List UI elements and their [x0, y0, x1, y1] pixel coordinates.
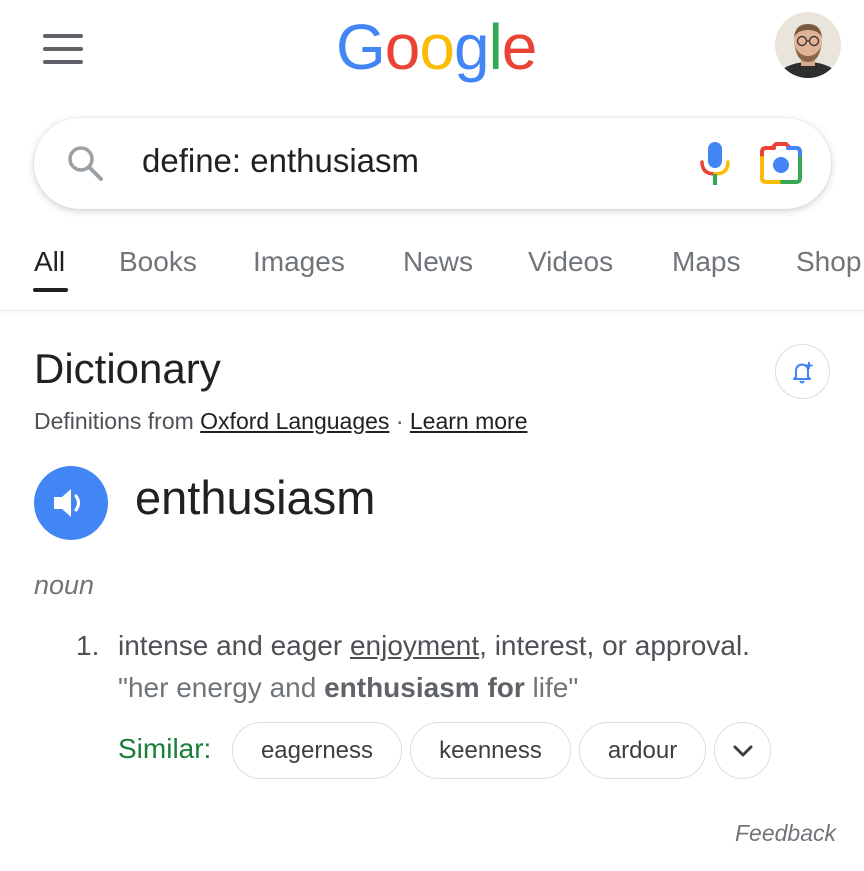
tab-all[interactable]: All [34, 246, 65, 278]
definition-text-after: , interest, or approval. [479, 630, 750, 661]
search-tabs: All Books Images News Videos Maps Shop [0, 222, 864, 311]
part-of-speech: noun [34, 570, 95, 600]
logo-letter-o1: o [384, 11, 421, 83]
example-bold: enthusiasm for [324, 672, 525, 703]
definition-text: intense and eager enjoyment, interest, o… [118, 630, 750, 662]
learn-more-link[interactable]: Learn more [410, 408, 528, 434]
definition-number: 1. [76, 630, 100, 661]
example-before: "her energy and [118, 672, 325, 703]
logo-letter-e: e [501, 11, 538, 83]
tab-news[interactable]: News [403, 246, 473, 278]
oxford-languages-link[interactable]: Oxford Languages [200, 408, 389, 434]
definition-example: "her energy and enthusiasm for life" [118, 672, 578, 704]
hamburger-menu-icon[interactable] [43, 34, 83, 64]
definition-link-enjoyment[interactable]: enjoyment [350, 630, 479, 661]
microphone-icon[interactable] [696, 140, 734, 188]
tab-shop[interactable]: Shop [796, 246, 861, 278]
similar-chip-keenness[interactable]: keenness [410, 722, 571, 779]
logo-letter-g: G [336, 11, 386, 83]
similar-label: Similar: [118, 733, 212, 764]
chevron-down-icon[interactable] [714, 722, 771, 779]
tab-maps[interactable]: Maps [672, 246, 740, 278]
definition-text-before: intense and eager [118, 630, 350, 661]
active-tab-indicator [33, 288, 68, 292]
similar-chip-ardour[interactable]: ardour [579, 722, 706, 779]
similar-chip-eagerness[interactable]: eagerness [232, 722, 402, 779]
logo-letter-g2: g [453, 11, 490, 83]
logo-letter-o2: o [419, 11, 455, 83]
dictionary-source: Definitions from Oxford Languages · Lear… [34, 408, 528, 435]
feedback-link[interactable]: Feedback [735, 820, 836, 847]
google-logo[interactable]: Google [336, 10, 538, 84]
header: Google [0, 0, 864, 110]
source-prefix: Definitions from [34, 408, 194, 434]
search-box[interactable]: define: enthusiasm [34, 118, 831, 209]
tab-images[interactable]: Images [253, 246, 345, 278]
source-separator: · [395, 408, 404, 434]
bell-plus-icon[interactable] [775, 344, 830, 399]
example-after: life" [524, 672, 579, 703]
google-lens-icon[interactable] [758, 142, 804, 186]
tab-books[interactable]: Books [119, 246, 197, 278]
headword: enthusiasm [135, 471, 376, 524]
speaker-icon[interactable] [34, 466, 108, 540]
dictionary-title: Dictionary [34, 345, 221, 392]
search-input[interactable]: define: enthusiasm [142, 142, 419, 180]
user-avatar[interactable] [775, 12, 841, 78]
logo-letter-l: l [488, 11, 503, 83]
search-icon[interactable] [64, 142, 106, 184]
tab-videos[interactable]: Videos [528, 246, 613, 278]
